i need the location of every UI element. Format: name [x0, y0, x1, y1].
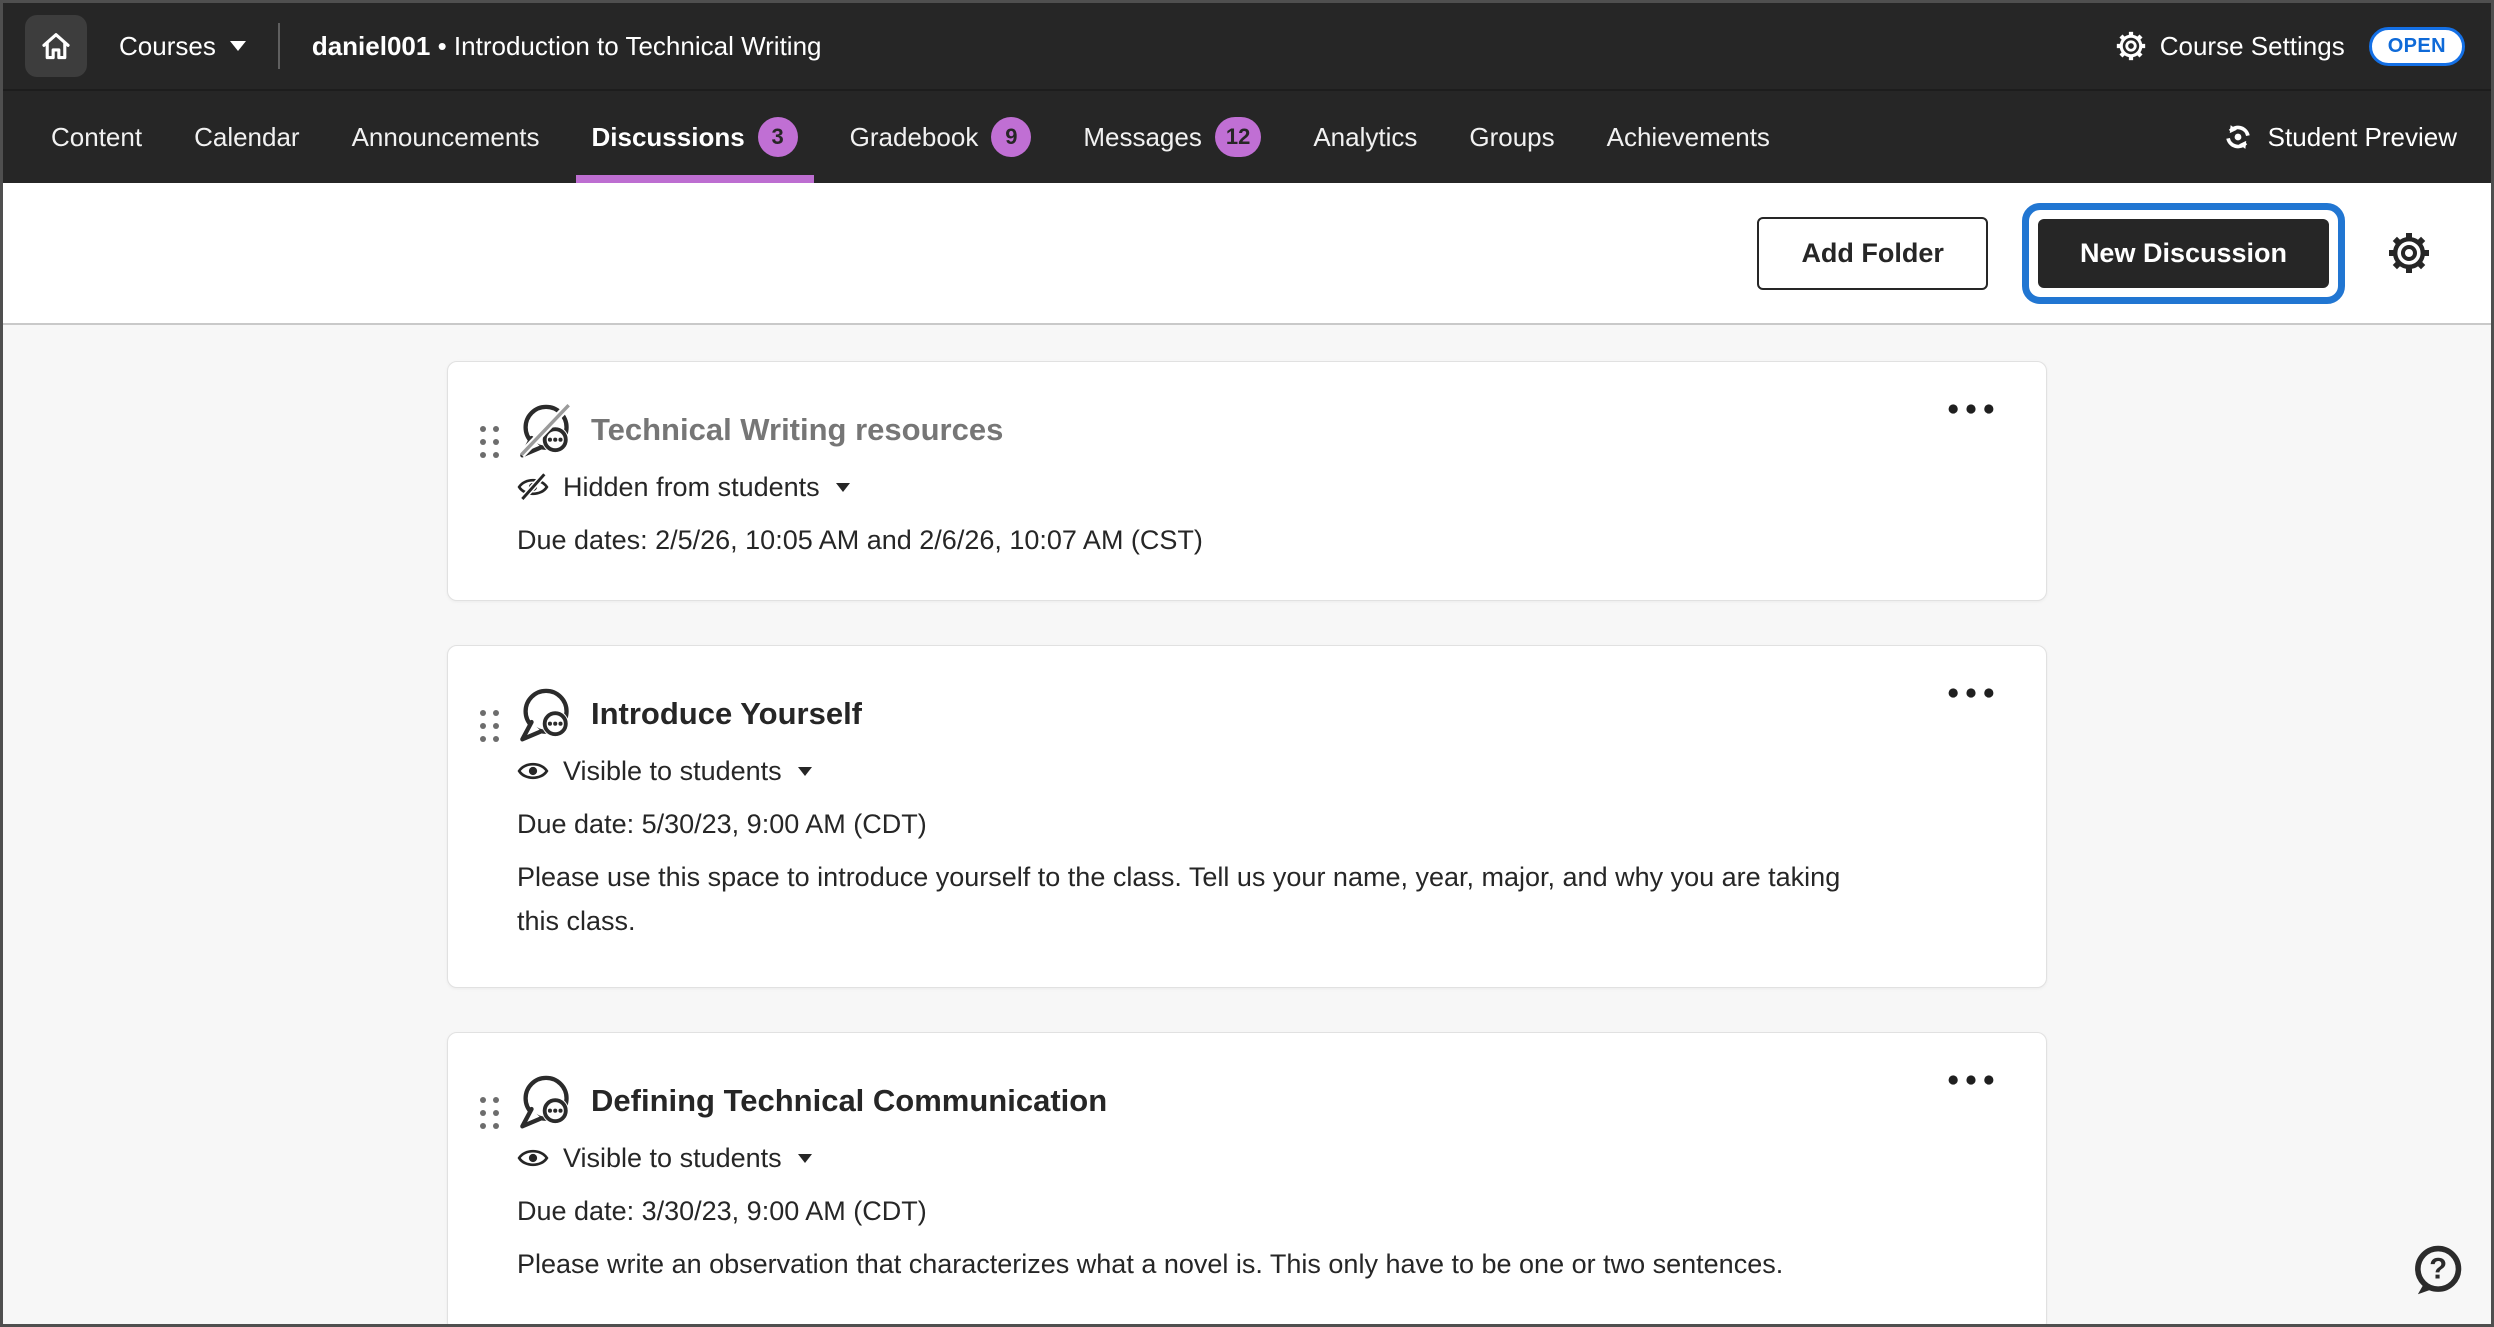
discussions-toolbar: Add Folder New Discussion: [3, 183, 2491, 325]
drag-handle[interactable]: [478, 424, 501, 460]
discussion-icon: [517, 1073, 573, 1129]
tab-content[interactable]: Content: [51, 91, 142, 183]
due-date-text: Due date: 3/30/23, 9:00 AM (CDT): [517, 1196, 1896, 1227]
discussion-settings-button[interactable]: [2385, 229, 2433, 277]
visibility-label: Visible to students: [563, 756, 782, 787]
course-settings-label: Course Settings: [2160, 31, 2345, 62]
visibility-dropdown[interactable]: Hidden from students: [517, 471, 850, 503]
student-preview-button[interactable]: Student Preview: [2221, 91, 2457, 183]
discussions-list-region: Technical Writing resources Hidden from …: [3, 325, 2491, 1324]
chevron-down-icon: [230, 41, 246, 51]
title-separator: •: [438, 31, 447, 61]
highlight-ring: New Discussion: [2022, 203, 2345, 304]
divider: [278, 23, 280, 69]
visibility-label: Hidden from students: [563, 472, 820, 503]
course-nav: Content Calendar Announcements Discussio…: [3, 89, 2491, 183]
visibility-dropdown[interactable]: Visible to students: [517, 1142, 812, 1174]
courses-menu[interactable]: Courses: [119, 31, 246, 62]
card-menu-button[interactable]: [1942, 682, 2000, 704]
discussion-card-list: Technical Writing resources Hidden from …: [447, 361, 2047, 1324]
due-date-text: Due dates: 2/5/26, 10:05 AM and 2/6/26, …: [517, 525, 1896, 556]
help-button[interactable]: [2409, 1242, 2465, 1298]
course-id: daniel001: [312, 31, 431, 61]
tab-groups[interactable]: Groups: [1469, 91, 1554, 183]
eye-icon: [517, 755, 549, 787]
discussions-count-badge: 3: [758, 117, 798, 157]
tab-gradebook[interactable]: Gradebook 9: [850, 91, 1032, 183]
messages-count-badge: 12: [1215, 117, 1261, 157]
chevron-down-icon: [836, 483, 850, 492]
home-button[interactable]: [25, 15, 87, 77]
discussion-card: Technical Writing resources Hidden from …: [447, 361, 2047, 601]
student-preview-label: Student Preview: [2268, 122, 2457, 153]
gear-icon: [2114, 29, 2148, 63]
add-folder-button[interactable]: Add Folder: [1757, 217, 1988, 290]
discussion-title-link[interactable]: Introduce Yourself: [591, 696, 862, 732]
discussion-description: Please use this space to introduce yours…: [517, 856, 1887, 943]
tab-list: Content Calendar Announcements Discussio…: [51, 91, 1770, 183]
visibility-dropdown[interactable]: Visible to students: [517, 755, 812, 787]
tab-calendar[interactable]: Calendar: [194, 91, 300, 183]
discussion-card: Introduce Yourself Visible to students D…: [447, 645, 2047, 988]
home-icon: [39, 29, 73, 63]
course-status-badge[interactable]: OPEN: [2369, 27, 2465, 66]
drag-handle[interactable]: [478, 1095, 501, 1131]
student-preview-icon: [2221, 120, 2255, 154]
due-date-text: Due date: 5/30/23, 9:00 AM (CDT): [517, 809, 1896, 840]
course-settings-button[interactable]: Course Settings: [2114, 29, 2345, 63]
eye-slash-icon: [517, 471, 549, 503]
tab-discussions[interactable]: Discussions 3: [592, 91, 798, 183]
ellipsis-icon: [1948, 688, 1994, 698]
hidden-discussion-icon: [517, 402, 573, 458]
course-name: Introduction to Technical Writing: [454, 31, 822, 61]
eye-icon: [517, 1142, 549, 1174]
gradebook-count-badge: 9: [991, 117, 1031, 157]
discussion-card: Defining Technical Communication Visible…: [447, 1032, 2047, 1324]
chevron-down-icon: [798, 767, 812, 776]
chevron-down-icon: [798, 1154, 812, 1163]
card-menu-button[interactable]: [1942, 1069, 2000, 1091]
courses-label: Courses: [119, 31, 216, 62]
ellipsis-icon: [1948, 1075, 1994, 1085]
card-menu-button[interactable]: [1942, 398, 2000, 420]
discussion-description: Please write an observation that charact…: [517, 1243, 1887, 1287]
tab-messages[interactable]: Messages 12: [1083, 91, 1261, 183]
top-bar: Courses daniel001 • Introduction to Tech…: [3, 3, 2491, 89]
tab-achievements[interactable]: Achievements: [1607, 91, 1770, 183]
discussion-icon: [517, 686, 573, 742]
course-title: daniel001 • Introduction to Technical Wr…: [312, 31, 822, 62]
visibility-label: Visible to students: [563, 1143, 782, 1174]
tab-analytics[interactable]: Analytics: [1313, 91, 1417, 183]
new-discussion-button[interactable]: New Discussion: [2038, 219, 2329, 288]
tab-announcements[interactable]: Announcements: [352, 91, 540, 183]
discussion-title-link[interactable]: Defining Technical Communication: [591, 1083, 1107, 1119]
discussion-title-link[interactable]: Technical Writing resources: [591, 412, 1003, 448]
drag-handle[interactable]: [478, 708, 501, 744]
ellipsis-icon: [1948, 404, 1994, 414]
gear-icon: [2385, 229, 2433, 277]
help-icon: [2409, 1242, 2465, 1298]
